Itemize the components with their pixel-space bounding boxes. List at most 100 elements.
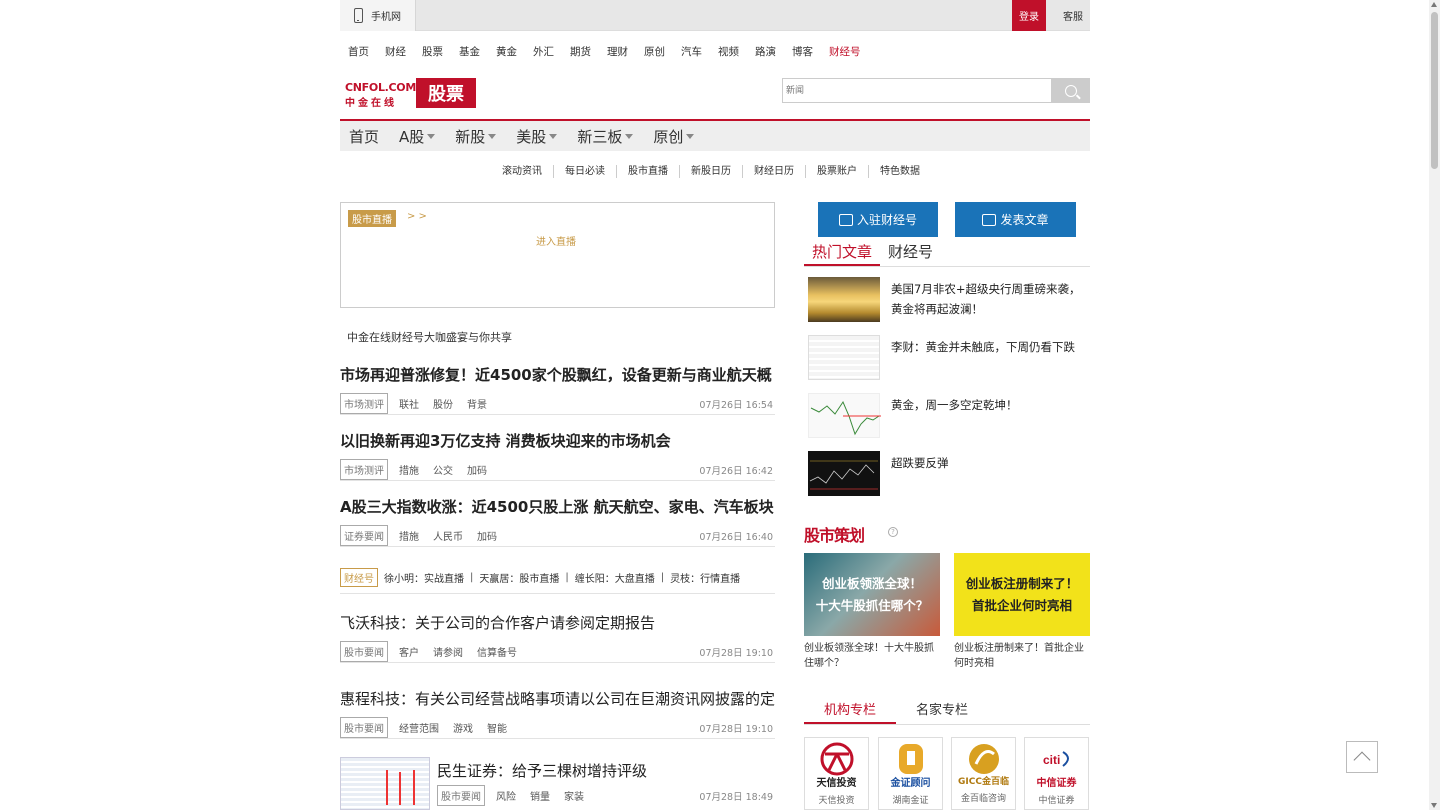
institution-item[interactable]: 天信投资 天信投资 (804, 737, 869, 810)
mobile-site-link[interactable]: 手机网 (340, 0, 416, 31)
hot-article-thumbnail[interactable] (808, 393, 881, 438)
article-keyword[interactable]: 股份 (433, 396, 453, 411)
article-keyword[interactable]: 客户 (399, 644, 419, 659)
article-title[interactable]: A股三大指数收涨：近4500只股上涨 航天航空、家电、汽车板块 (340, 496, 775, 516)
scroll-up-arrow-icon[interactable] (1431, 2, 1437, 7)
scroll-down-arrow-icon[interactable] (1431, 803, 1437, 808)
tab-expert-column[interactable]: 名家专栏 (896, 697, 988, 724)
caijinghao-live-link[interactable]: 天赢居：股市直播 (479, 570, 559, 585)
channel-nav-us-stock[interactable]: 美股 (516, 126, 558, 147)
post-article-button[interactable]: 发表文章 (955, 202, 1076, 237)
article-title[interactable]: 惠程科技：有关公司经营战略事项请以公司在巨潮资讯网披露的定 (340, 688, 775, 708)
hot-article-title[interactable]: 黄金，周一多空定乾坤！ (891, 395, 1087, 415)
sub-nav-item[interactable]: 特色数据 (868, 165, 931, 178)
strategy-card-caption[interactable]: 创业板注册制来了！首批企业何时亮相 (954, 641, 1090, 671)
strategy-card-caption[interactable]: 创业板领涨全球！十大牛股抓住哪个？ (804, 641, 940, 671)
feedback-link[interactable]: 客服 (1056, 0, 1090, 31)
help-icon[interactable]: ? (888, 527, 898, 537)
channel-nav-new-stock[interactable]: 新股 (455, 126, 497, 147)
channel-nav-original[interactable]: 原创 (653, 126, 695, 147)
article-keyword[interactable]: 加码 (467, 462, 487, 477)
channel-nav-neeq[interactable]: 新三板 (577, 126, 634, 147)
article-keyword[interactable]: 公交 (433, 462, 453, 477)
sub-nav-item[interactable]: 滚动资讯 (491, 165, 553, 178)
hot-article-title[interactable]: 李财：黄金并未触底，下周仍看下跌 (891, 337, 1087, 357)
article-category[interactable]: 股市要闻 (437, 784, 485, 806)
main-nav-item[interactable]: 基金 (459, 44, 480, 59)
institution-item[interactable]: citi 中信证券 中信证券 (1024, 737, 1089, 810)
article-keyword[interactable]: 措施 (399, 462, 419, 477)
article-keyword[interactable]: 游戏 (453, 720, 473, 735)
live-more-link[interactable]: > > (407, 211, 427, 222)
article-keyword[interactable]: 请参阅 (433, 644, 463, 659)
enter-live-link[interactable]: 进入直播 (536, 233, 576, 248)
article-keyword[interactable]: 背景 (467, 396, 487, 411)
main-nav-item[interactable]: 路演 (755, 44, 776, 59)
search-input[interactable] (782, 78, 1052, 103)
sub-nav-item[interactable]: 每日必读 (553, 165, 616, 178)
tab-hot-articles[interactable]: 热门文章 (804, 242, 881, 266)
article-keyword[interactable]: 家装 (564, 788, 584, 803)
hot-article-thumbnail[interactable] (808, 451, 880, 496)
hot-article-thumbnail[interactable] (808, 335, 880, 380)
promo-link[interactable]: 中金在线财经号大咖盛宴与你共享 (347, 329, 512, 345)
main-nav-item[interactable]: 原创 (644, 44, 665, 59)
back-to-top-button[interactable] (1346, 741, 1378, 773)
sub-nav-item[interactable]: 股票账户 (805, 165, 868, 178)
caijinghao-live-link[interactable]: 灵枝：行情直播 (670, 570, 740, 585)
main-nav-item[interactable]: 博客 (792, 44, 813, 59)
live-tag[interactable]: 股市直播 (348, 210, 396, 227)
article-title[interactable]: 飞沃科技：关于公司的合作客户请参阅定期报告 (340, 612, 775, 632)
article-keyword[interactable]: 加码 (477, 528, 497, 543)
main-nav-item[interactable]: 财经 (385, 44, 406, 59)
strategy-card[interactable]: 创业板领涨全球！ 十大牛股抓住哪个？ 创业板领涨全球！十大牛股抓住哪个？ (804, 553, 940, 671)
article-category[interactable]: 市场测评 (340, 392, 388, 414)
channel-nav-home[interactable]: 首页 (349, 126, 379, 147)
institution-item[interactable]: 金证顾问 湖南金证 (878, 737, 943, 810)
main-nav-item[interactable]: 期货 (570, 44, 591, 59)
main-nav-item-caijinghao[interactable]: 财经号 (829, 44, 861, 59)
main-nav-item[interactable]: 首页 (348, 44, 369, 59)
article-category[interactable]: 股市要闻 (340, 640, 388, 662)
article-keyword[interactable]: 联社 (399, 396, 419, 411)
caijinghao-live-link[interactable]: 徐小明：实战直播 (384, 570, 464, 585)
channel-nav-a-share[interactable]: A股 (399, 126, 436, 147)
login-button[interactable]: 登录 (1012, 0, 1046, 31)
hot-article-title[interactable]: 超跌要反弹 (891, 453, 1087, 473)
article-title[interactable]: 以旧换新再迎3万亿支持 消费板块迎来的市场机会 (340, 430, 775, 450)
hot-article-title[interactable]: 美国7月非农+超级央行周重磅来袭，黄金将再起波澜！ (891, 279, 1087, 319)
sub-nav-item[interactable]: 财经日历 (742, 165, 805, 178)
hot-article-thumbnail[interactable] (808, 277, 880, 322)
main-nav-item[interactable]: 理财 (607, 44, 628, 59)
page-scrollbar[interactable] (1429, 0, 1440, 810)
main-nav-item[interactable]: 股票 (422, 44, 443, 59)
article-keyword[interactable]: 信算备号 (477, 644, 517, 659)
article-keyword[interactable]: 人民币 (433, 528, 463, 543)
search-button[interactable] (1052, 78, 1090, 103)
article-title[interactable]: 市场再迎普涨修复！近4500家个股飘红，设备更新与商业航天概 (340, 364, 775, 384)
institution-item[interactable]: GICC金百临 金百临咨询 (951, 737, 1016, 810)
join-caijinghao-button[interactable]: 入驻财经号 (818, 202, 938, 237)
main-nav-item[interactable]: 视频 (718, 44, 739, 59)
article-title[interactable]: 民生证券：给予三棵树增持评级 (437, 760, 775, 780)
article-category[interactable]: 市场测评 (340, 458, 388, 480)
article-thumbnail[interactable] (340, 757, 430, 810)
main-nav-item[interactable]: 黄金 (496, 44, 517, 59)
caijinghao-tag[interactable]: 财经号 (340, 568, 378, 587)
sub-nav-item[interactable]: 新股日历 (679, 165, 742, 178)
scrollbar-thumb[interactable] (1431, 12, 1438, 169)
strategy-card[interactable]: 创业板注册制来了！ 首批企业何时亮相 创业板注册制来了！首批企业何时亮相 (954, 553, 1090, 671)
article-keyword[interactable]: 智能 (487, 720, 507, 735)
tab-caijinghao[interactable]: 财经号 (880, 242, 941, 266)
article-category[interactable]: 证券要闻 (340, 524, 388, 546)
article-keyword[interactable]: 销量 (530, 788, 550, 803)
article-keyword[interactable]: 风险 (496, 788, 516, 803)
article-category[interactable]: 股市要闻 (340, 716, 388, 738)
main-nav-item[interactable]: 汽车 (681, 44, 702, 59)
sub-nav-item[interactable]: 股市直播 (616, 165, 679, 178)
tab-institution-column[interactable]: 机构专栏 (804, 697, 897, 724)
main-nav-item[interactable]: 外汇 (533, 44, 554, 59)
site-logo[interactable]: CNFOL.COM 中金在线 股票 (345, 78, 476, 109)
article-keyword[interactable]: 措施 (399, 528, 419, 543)
caijinghao-live-link[interactable]: 缠长阳：大盘直播 (575, 570, 655, 585)
